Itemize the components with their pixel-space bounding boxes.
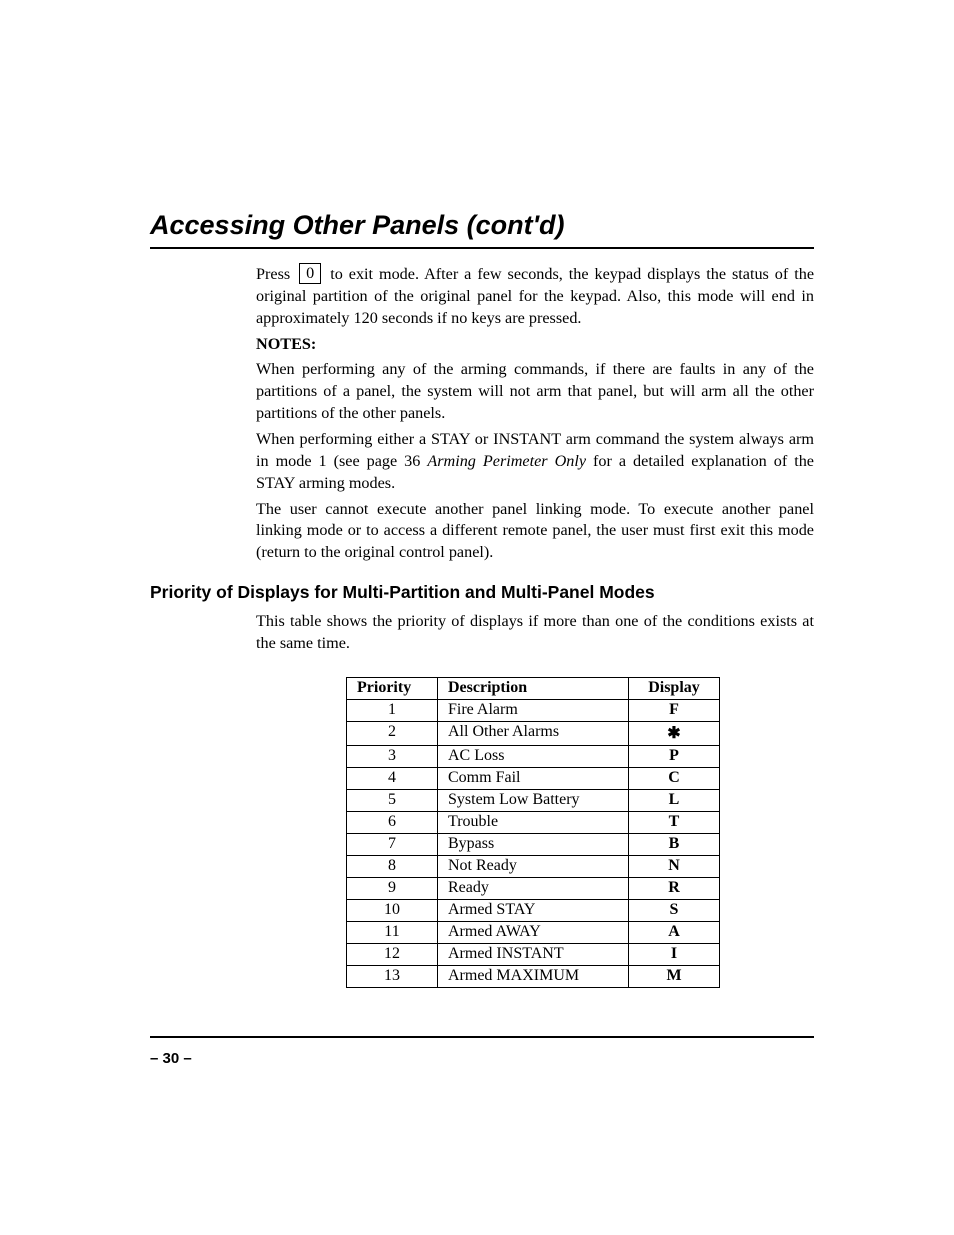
th-priority: Priority — [347, 677, 438, 699]
cell-display: I — [629, 943, 720, 965]
page-footer: – 30 – — [150, 1036, 814, 1067]
table-row: 2All Other Alarms✱ — [347, 721, 720, 745]
footer-rule — [150, 1036, 814, 1038]
cell-desc: Ready — [438, 877, 629, 899]
cell-desc: Armed STAY — [438, 899, 629, 921]
cell-display: C — [629, 767, 720, 789]
cell-display: P — [629, 745, 720, 767]
table-row: 9ReadyR — [347, 877, 720, 899]
note-2-ref: Arming Perimeter Only — [427, 452, 586, 470]
cell-priority: 10 — [347, 899, 438, 921]
cell-desc: AC Loss — [438, 745, 629, 767]
subheading: Priority of Displays for Multi-Partition… — [150, 582, 814, 603]
press-suffix: to exit mode. After a few seconds, the k… — [256, 265, 814, 327]
cell-desc: Comm Fail — [438, 767, 629, 789]
table-row: 13Armed MAXIMUMM — [347, 965, 720, 987]
th-description: Description — [438, 677, 629, 699]
table-row: 3AC LossP — [347, 745, 720, 767]
th-display: Display — [629, 677, 720, 699]
table-body: 1Fire AlarmF 2All Other Alarms✱ 3AC Loss… — [347, 699, 720, 987]
table-row: 7BypassB — [347, 833, 720, 855]
cell-desc: Fire Alarm — [438, 699, 629, 721]
page-number: – 30 – — [150, 1050, 814, 1067]
title-rule — [150, 247, 814, 249]
cell-display: N — [629, 855, 720, 877]
note-3: The user cannot execute another panel li… — [256, 499, 814, 565]
cell-desc: Bypass — [438, 833, 629, 855]
cell-priority: 13 — [347, 965, 438, 987]
table-row: 4Comm FailC — [347, 767, 720, 789]
cell-priority: 4 — [347, 767, 438, 789]
cell-desc: Not Ready — [438, 855, 629, 877]
table-row: 6TroubleT — [347, 811, 720, 833]
cell-desc: Trouble — [438, 811, 629, 833]
cell-display: ✱ — [629, 721, 720, 745]
page-title: Accessing Other Panels (cont'd) — [150, 210, 814, 241]
cell-priority: 11 — [347, 921, 438, 943]
cell-priority: 9 — [347, 877, 438, 899]
table-header-row: Priority Description Display — [347, 677, 720, 699]
cell-display: A — [629, 921, 720, 943]
keycap-zero: 0 — [299, 263, 321, 284]
cell-desc: System Low Battery — [438, 789, 629, 811]
priority-table-wrap: Priority Description Display 1Fire Alarm… — [256, 677, 814, 988]
table-row: 5System Low BatteryL — [347, 789, 720, 811]
table-intro-block: This table shows the priority of display… — [256, 611, 814, 655]
table-row: 11Armed AWAYA — [347, 921, 720, 943]
cell-desc: Armed AWAY — [438, 921, 629, 943]
cell-priority: 7 — [347, 833, 438, 855]
table-row: 1Fire AlarmF — [347, 699, 720, 721]
cell-priority: 5 — [347, 789, 438, 811]
priority-table: Priority Description Display 1Fire Alarm… — [346, 677, 720, 988]
cell-priority: 6 — [347, 811, 438, 833]
cell-display: L — [629, 789, 720, 811]
notes-label: NOTES: — [256, 334, 814, 356]
cell-priority: 8 — [347, 855, 438, 877]
cell-display: B — [629, 833, 720, 855]
press-prefix: Press — [256, 265, 290, 283]
note-1: When performing any of the arming comman… — [256, 359, 814, 425]
cell-priority: 2 — [347, 721, 438, 745]
body-content: Press 0 to exit mode. After a few second… — [256, 263, 814, 564]
table-row: 12Armed INSTANTI — [347, 943, 720, 965]
cell-display: S — [629, 899, 720, 921]
cell-desc: Armed MAXIMUM — [438, 965, 629, 987]
cell-priority: 12 — [347, 943, 438, 965]
cell-priority: 1 — [347, 699, 438, 721]
table-row: 8Not ReadyN — [347, 855, 720, 877]
table-intro: This table shows the priority of display… — [256, 611, 814, 655]
cell-display: R — [629, 877, 720, 899]
cell-desc: Armed INSTANT — [438, 943, 629, 965]
table-row: 10Armed STAYS — [347, 899, 720, 921]
note-2: When performing either a STAY or INSTANT… — [256, 429, 814, 495]
cell-display: F — [629, 699, 720, 721]
cell-display: T — [629, 811, 720, 833]
cell-display: M — [629, 965, 720, 987]
cell-priority: 3 — [347, 745, 438, 767]
exit-mode-paragraph: Press 0 to exit mode. After a few second… — [256, 263, 814, 330]
cell-desc: All Other Alarms — [438, 721, 629, 745]
page: Accessing Other Panels (cont'd) Press 0 … — [0, 0, 954, 1235]
